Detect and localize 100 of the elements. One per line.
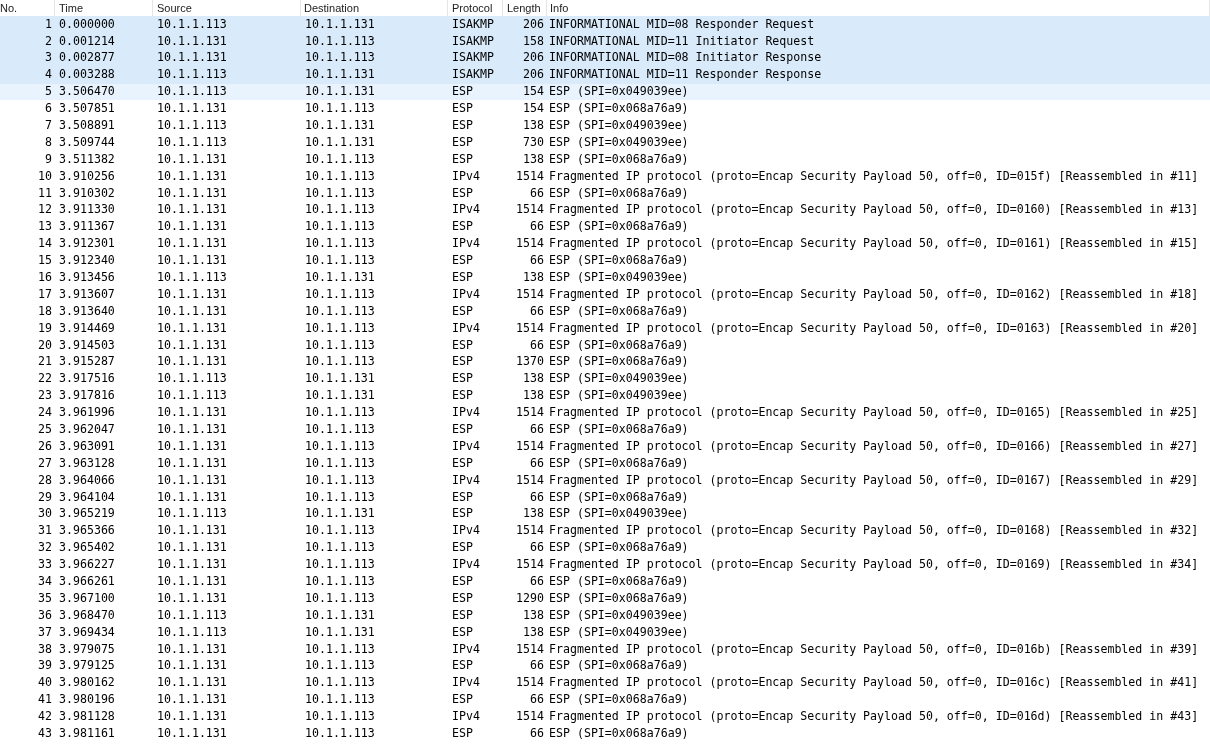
table-cell: ESP (SPI=0x068a76a9) <box>549 221 689 233</box>
table-cell: INFORMATIONAL MID=08 Initiator Response <box>549 52 822 64</box>
table-cell: 10.1.1.113 <box>305 592 375 605</box>
table-cell: ESP <box>452 356 473 369</box>
table-cell: 7 <box>45 120 52 132</box>
table-cell: 10.1.1.113 <box>305 187 375 200</box>
table-cell: 3.965219 <box>59 508 115 521</box>
table-cell: 10.1.1.131 <box>305 272 375 284</box>
table-cell: 3.962047 <box>59 424 115 436</box>
table-cell: 10 <box>38 170 52 183</box>
table-cell: ESP (SPI=0x049039ee) <box>549 86 689 98</box>
table-cell: 38 <box>38 643 52 656</box>
table-cell: ESP (SPI=0x068a76a9) <box>549 576 689 588</box>
table-cell: ESP (SPI=0x049039ee) <box>549 136 689 149</box>
table-cell: IPv4 <box>452 711 480 723</box>
table-cell: 10.1.1.131 <box>157 187 227 200</box>
table-cell: 3 <box>45 52 52 64</box>
table-cell: 10.1.1.131 <box>157 677 227 689</box>
table-cell: 10.1.1.131 <box>157 643 227 656</box>
table-cell: ESP (SPI=0x068a76a9) <box>549 187 689 200</box>
table-cell: 10.1.1.113 <box>305 35 375 48</box>
table-cell: Fragmented IP protocol (proto=Encap Security Payload 50, off=0, ID=0162) [Reassembled in #18] <box>549 288 1199 301</box>
table-cell: 1514 <box>516 407 544 419</box>
table-cell: 1514 <box>516 204 544 217</box>
table-cell: ESP (SPI=0x068a76a9) <box>549 339 689 352</box>
table-cell: 10.1.1.113 <box>157 86 227 98</box>
table-cell: 10.1.1.113 <box>157 136 227 149</box>
table-cell: IPv4 <box>452 407 480 419</box>
table-cell: 10.1.1.131 <box>157 542 227 554</box>
table-cell: 41 <box>38 694 52 706</box>
table-cell: 10.1.1.131 <box>157 711 227 723</box>
table-cell: 3.507851 <box>59 103 115 115</box>
table-cell: ESP <box>452 508 473 521</box>
table-cell: 1514 <box>516 559 544 571</box>
table-cell: IPv4 <box>452 288 480 301</box>
table-cell: 66 <box>530 187 544 200</box>
table-cell: 0.000000 <box>59 18 115 31</box>
table-cell: 4 <box>45 69 52 81</box>
table-cell: 10.1.1.131 <box>305 18 375 31</box>
table-cell: 3.981161 <box>59 728 115 740</box>
table-cell: 3.911367 <box>59 221 115 233</box>
table-cell: 206 <box>523 69 544 81</box>
table-cell: 10.1.1.131 <box>157 457 227 470</box>
table-cell: Fragmented IP protocol (proto=Encap Security Payload 50, off=0, ID=016b) [Reassembled in #39] <box>549 643 1199 656</box>
table-cell: 1290 <box>516 592 544 605</box>
table-cell: ESP (SPI=0x049039ee) <box>549 626 689 639</box>
table-cell: Fragmented IP protocol (proto=Encap Security Payload 50, off=0, ID=0166) [Reassembled in #27] <box>549 440 1199 453</box>
table-cell: 10.1.1.131 <box>157 660 227 673</box>
table-cell: 66 <box>530 424 544 436</box>
table-cell: 11 <box>38 187 52 200</box>
table-cell: IPv4 <box>452 170 480 183</box>
table-cell: 26 <box>38 440 52 453</box>
table-cell: 0.003288 <box>59 69 115 81</box>
table-cell: 40 <box>38 677 52 689</box>
table-cell: ESP (SPI=0x068a76a9) <box>549 728 689 740</box>
table-cell: 10.1.1.113 <box>157 18 227 31</box>
table-cell: Fragmented IP protocol (proto=Encap Security Payload 50, off=0, ID=0169) [Reassembled in #34] <box>549 559 1199 571</box>
table-cell: ESP (SPI=0x068a76a9) <box>549 255 689 267</box>
table-cell: 10.1.1.113 <box>305 525 375 537</box>
table-cell: ESP (SPI=0x068a76a9) <box>549 694 689 706</box>
table-cell: 10.1.1.113 <box>305 339 375 352</box>
table-cell: 10.1.1.131 <box>157 52 227 64</box>
table-cell: 1514 <box>516 288 544 301</box>
table-cell: 3.914469 <box>59 322 115 335</box>
table-cell: 3.963091 <box>59 440 115 453</box>
table-cell: 24 <box>38 407 52 419</box>
table-cell: 138 <box>523 609 544 622</box>
table-cell: ESP <box>452 609 473 622</box>
table-cell: INFORMATIONAL MID=11 Responder Response <box>549 69 822 81</box>
table-cell: 10.1.1.131 <box>305 136 375 149</box>
table-cell: 10.1.1.131 <box>157 728 227 740</box>
table-cell: ESP <box>452 120 473 132</box>
table-cell: 10.1.1.131 <box>305 609 375 622</box>
table-cell: 3.966261 <box>59 576 115 588</box>
table-cell: 10.1.1.131 <box>157 221 227 233</box>
table-cell: 3.910256 <box>59 170 115 183</box>
table-cell: 66 <box>530 491 544 504</box>
table-cell: 20 <box>38 339 52 352</box>
table-cell: ESP <box>452 339 473 352</box>
table-cell: 10.1.1.113 <box>305 52 375 64</box>
table-cell: 10.1.1.131 <box>305 373 375 385</box>
table-cell: 1514 <box>516 238 544 250</box>
table-cell: 10.1.1.131 <box>157 204 227 217</box>
table-cell: ESP <box>452 187 473 200</box>
table-cell: ISAKMP <box>452 52 494 64</box>
table-cell: 10.1.1.113 <box>157 390 227 402</box>
table-cell: 10.1.1.113 <box>305 728 375 740</box>
table-cell: 36 <box>38 609 52 622</box>
table-cell: 42 <box>38 711 52 723</box>
table-cell: ESP (SPI=0x049039ee) <box>549 508 689 521</box>
table-cell: 10.1.1.131 <box>157 440 227 453</box>
table-cell: 3.911330 <box>59 204 115 217</box>
table-cell: 10.1.1.131 <box>157 288 227 301</box>
table-cell: 3.966227 <box>59 559 115 571</box>
table-cell: ESP <box>452 255 473 267</box>
table-cell: 3.979075 <box>59 643 115 656</box>
table-cell: ESP <box>452 457 473 470</box>
table-cell: 730 <box>523 136 544 149</box>
packet-row[interactable]: 1 0.000000 10.1.1.113 10.1.1.131 ISAKMP 206 INFORMATIONAL MID=08 Responder Request <box>0 16 1210 33</box>
table-cell: ESP <box>452 390 473 402</box>
